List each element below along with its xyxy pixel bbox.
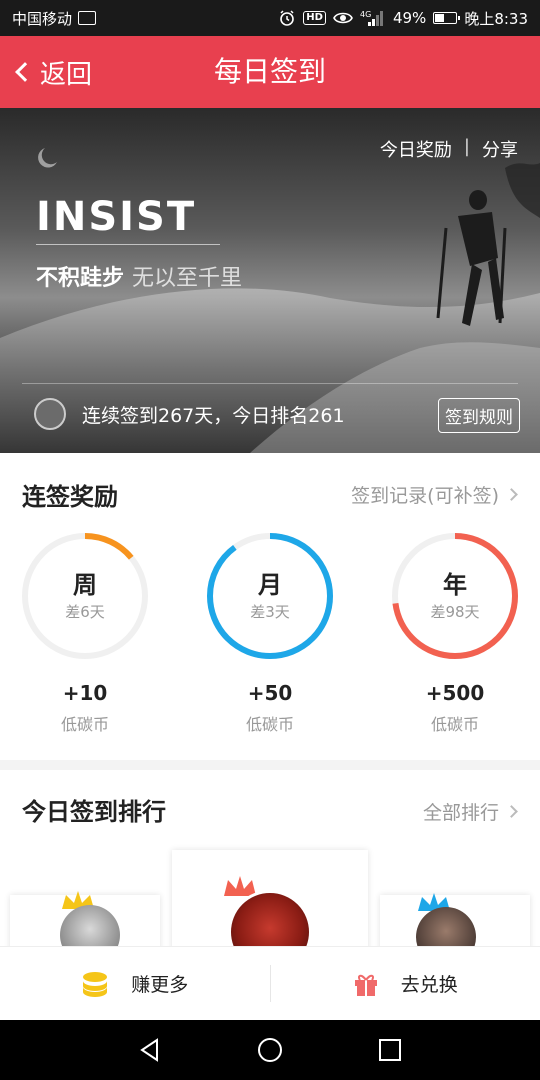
back-triangle-icon[interactable] bbox=[137, 1037, 163, 1063]
eye-icon bbox=[333, 12, 353, 24]
banner-divider bbox=[22, 383, 518, 384]
section-title: 连签奖励 bbox=[22, 483, 118, 511]
streak-rewards-section: 连签奖励 签到记录(可补签) 周 差6天 +10 低碳币 月 差3天 +50 低… bbox=[0, 453, 540, 760]
battery-icon bbox=[433, 12, 461, 24]
earn-more-button[interactable]: 赚更多 bbox=[0, 947, 270, 1020]
status-bar: 中国移动 HD 4G 49% 晚上8:33 bbox=[0, 0, 540, 36]
slogan-main: 不积跬步 bbox=[36, 266, 125, 291]
recents-square-icon[interactable] bbox=[377, 1037, 403, 1063]
activity-icon bbox=[78, 11, 97, 25]
signin-records-label: 签到记录(可补签) bbox=[351, 485, 499, 507]
streak-text: 连续签到267天，今日排名261 bbox=[82, 405, 345, 427]
reward-period-label: 年 bbox=[443, 571, 467, 599]
headline-divider bbox=[36, 244, 220, 245]
reward-points: +500 bbox=[425, 681, 485, 705]
reward-remaining: 差6天 bbox=[65, 603, 105, 621]
today-reward-link[interactable]: 今日奖励 bbox=[380, 136, 452, 162]
reward-year[interactable]: 年 差98天 +500 低碳币 bbox=[390, 531, 520, 735]
alarm-icon bbox=[280, 10, 295, 26]
earn-more-label: 赚更多 bbox=[131, 974, 189, 996]
avatar[interactable] bbox=[34, 398, 66, 430]
reward-month[interactable]: 月 差3天 +50 低碳币 bbox=[205, 531, 335, 735]
system-nav-bar bbox=[0, 1020, 540, 1080]
home-circle-icon[interactable] bbox=[256, 1036, 284, 1064]
reward-points: +10 bbox=[62, 681, 108, 705]
signin-rules-button[interactable]: 签到规则 bbox=[438, 398, 520, 433]
all-ranking-label: 全部排行 bbox=[422, 802, 499, 824]
reward-unit: 低碳币 bbox=[60, 715, 109, 734]
top-nav: 返回 每日签到 bbox=[0, 36, 540, 108]
redeem-label: 去兑换 bbox=[400, 974, 458, 996]
back-button[interactable]: 返回 bbox=[10, 36, 92, 108]
all-ranking-link[interactable]: 全部排行 bbox=[422, 798, 518, 825]
rank-card-third[interactable] bbox=[380, 893, 530, 946]
banner-actions: 今日奖励 | 分享 bbox=[380, 136, 518, 162]
chevron-left-icon bbox=[15, 62, 35, 82]
carrier-name: 中国移动 bbox=[12, 9, 73, 28]
reward-week[interactable]: 周 差6天 +10 低碳币 bbox=[20, 531, 150, 735]
reward-unit: 低碳币 bbox=[245, 715, 294, 734]
redeem-button[interactable]: 去兑换 bbox=[271, 947, 540, 1020]
hd-icon: HD bbox=[303, 11, 326, 25]
reward-period-label: 周 bbox=[73, 571, 97, 599]
reward-points: +50 bbox=[247, 681, 293, 705]
clock: 晚上8:33 bbox=[464, 9, 528, 28]
reward-unit: 低碳币 bbox=[430, 715, 479, 734]
reward-period-label: 月 bbox=[258, 571, 282, 599]
chevron-right-icon bbox=[505, 488, 518, 501]
reward-remaining: 差98天 bbox=[430, 603, 480, 621]
signal-icon: 4G bbox=[360, 10, 383, 26]
reward-remaining: 差3天 bbox=[250, 603, 290, 621]
banner-headline: INSIST bbox=[36, 194, 197, 240]
slogan-sub: 无以至千里 bbox=[132, 266, 243, 291]
rank-card-second[interactable] bbox=[10, 891, 160, 946]
back-label: 返回 bbox=[40, 59, 93, 90]
network-type: 4G bbox=[360, 10, 371, 19]
banner-slogan: 不积跬步 无以至千里 bbox=[36, 260, 242, 292]
separator: | bbox=[463, 136, 470, 157]
share-link[interactable]: 分享 bbox=[482, 136, 518, 162]
rank-card-first[interactable] bbox=[172, 850, 368, 946]
bottom-action-bar: 赚更多 去兑换 bbox=[0, 946, 540, 1020]
daily-ranking-section: 今日签到排行 全部排行 bbox=[0, 770, 540, 946]
coins-icon bbox=[83, 971, 108, 997]
hero-banner: 今日奖励 | 分享 INSIST 不积跬步 无以至千里 连续签到267天，今日排名… bbox=[0, 108, 540, 453]
section-title: 今日签到排行 bbox=[22, 798, 166, 826]
gift-icon bbox=[354, 974, 377, 996]
battery-percent: 49% bbox=[392, 9, 427, 27]
signin-records-link[interactable]: 签到记录(可补签) bbox=[351, 481, 518, 508]
chevron-right-icon bbox=[505, 805, 518, 818]
